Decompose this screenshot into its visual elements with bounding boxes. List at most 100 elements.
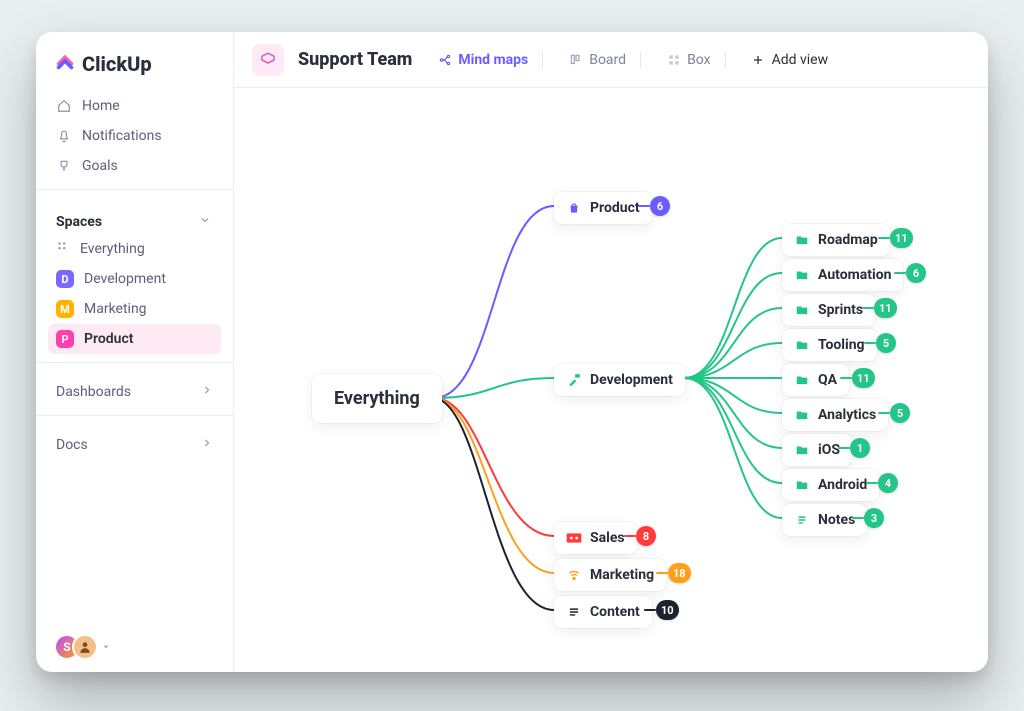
connector [838, 447, 850, 449]
main: Support Team Mind maps Board Box [234, 32, 988, 672]
section-label: Docs [56, 437, 191, 453]
count-pill: 18 [668, 563, 691, 583]
home-icon [56, 99, 72, 113]
node-dev-child[interactable]: iOS [782, 434, 852, 466]
bag-icon [566, 200, 582, 216]
tab-label: Box [687, 52, 711, 68]
node-label: Content [590, 604, 640, 620]
nav-goals[interactable]: Goals [48, 151, 221, 181]
count-pill: 10 [656, 600, 679, 620]
team-badge[interactable] [252, 44, 284, 76]
space-label: Everything [80, 241, 145, 257]
space-badge: D [56, 270, 74, 288]
list-icon [566, 604, 582, 620]
node-product[interactable]: Product [554, 192, 652, 224]
space-development[interactable]: D Development [48, 264, 221, 294]
node-label: Roadmap [818, 232, 878, 248]
node-label: Notes [818, 512, 855, 528]
mindmap-canvas[interactable]: Everything Product 6 Development [234, 88, 988, 672]
node-dev-child[interactable]: Sprints [782, 294, 875, 326]
node-content[interactable]: Content [554, 596, 652, 628]
bell-icon [56, 129, 72, 143]
connector [638, 205, 650, 207]
box-icon [667, 53, 681, 67]
brand-label: ClickUp [82, 52, 152, 76]
node-label: Sprints [818, 302, 863, 318]
nav-notifications[interactable]: Notifications [48, 121, 221, 151]
count-pill: 5 [890, 403, 910, 423]
tab-box[interactable]: Box [661, 48, 732, 72]
nav-home[interactable]: Home [48, 91, 221, 121]
connector [644, 609, 656, 611]
connector [862, 307, 874, 309]
nav-label: Goals [82, 158, 118, 174]
count-pill: 5 [876, 333, 896, 353]
space-badge: P [56, 330, 74, 348]
hammer-icon [566, 372, 582, 388]
node-development[interactable]: Development [554, 364, 685, 396]
node-root[interactable]: Everything [312, 374, 442, 423]
count-pill: 11 [874, 298, 897, 318]
folder-icon [794, 337, 810, 353]
count-pill: 11 [890, 228, 913, 248]
connector [840, 377, 852, 379]
folder-icon [794, 442, 810, 458]
node-dev-child[interactable]: Roadmap [782, 224, 890, 256]
node-label: Marketing [590, 567, 654, 583]
connector [878, 237, 890, 239]
node-dev-child[interactable]: QA [782, 364, 849, 396]
section-dashboards[interactable]: Dashboards [48, 377, 221, 407]
connector [656, 572, 668, 574]
connector [852, 517, 864, 519]
node-label: Sales [590, 530, 625, 546]
count-pill: 4 [878, 473, 898, 493]
node-dev-child[interactable]: Automation [782, 259, 903, 291]
brand-icon [54, 50, 76, 77]
node-dev-child[interactable]: Analytics [782, 399, 888, 431]
space-marketing[interactable]: M Marketing [48, 294, 221, 324]
sidebar: ClickUp Home Notifications Goals Spaces [36, 32, 234, 672]
divider [36, 362, 233, 363]
connector [624, 535, 636, 537]
folder-icon [794, 232, 810, 248]
mindmap-icon [438, 53, 452, 67]
node-label: Product [590, 200, 640, 216]
node-label: Everything [334, 388, 420, 409]
grid-icon [56, 240, 70, 258]
plus-icon [752, 54, 766, 66]
app-frame: ClickUp Home Notifications Goals Spaces [36, 32, 988, 672]
connector [864, 342, 876, 344]
add-view-button[interactable]: Add view [746, 48, 835, 72]
account-switcher[interactable]: S [48, 634, 221, 660]
node-label: Tooling [818, 337, 865, 353]
brand[interactable]: ClickUp [48, 50, 221, 77]
node-dev-child[interactable]: Tooling [782, 329, 877, 361]
tab-board[interactable]: Board [563, 48, 647, 72]
list-icon [794, 512, 810, 528]
node-dev-child[interactable]: Android [782, 469, 879, 501]
chevron-right-icon [201, 384, 213, 400]
space-everything[interactable]: Everything [48, 234, 221, 264]
spaces-header[interactable]: Spaces [48, 208, 221, 234]
node-marketing[interactable]: Marketing [554, 559, 666, 591]
section-docs[interactable]: Docs [48, 430, 221, 460]
node-sales[interactable]: Sales [554, 522, 637, 554]
section-label: Dashboards [56, 384, 191, 400]
wifi-icon [566, 567, 582, 583]
folder-icon [794, 267, 810, 283]
tab-label: Mind maps [458, 52, 528, 68]
space-product[interactable]: P Product [48, 324, 221, 354]
folder-icon [794, 302, 810, 318]
space-label: Marketing [84, 301, 147, 317]
node-dev-child[interactable]: Notes [782, 504, 867, 536]
team-title: Support Team [298, 49, 412, 70]
node-label: Analytics [818, 407, 876, 423]
tab-mind-maps[interactable]: Mind maps [432, 48, 549, 72]
count-pill: 1 [850, 438, 870, 458]
folder-icon [794, 407, 810, 423]
count-pill: 6 [650, 196, 670, 216]
topbar: Support Team Mind maps Board Box [234, 32, 988, 88]
node-label: Android [818, 477, 867, 493]
connector [866, 482, 878, 484]
add-view-label: Add view [772, 52, 829, 68]
